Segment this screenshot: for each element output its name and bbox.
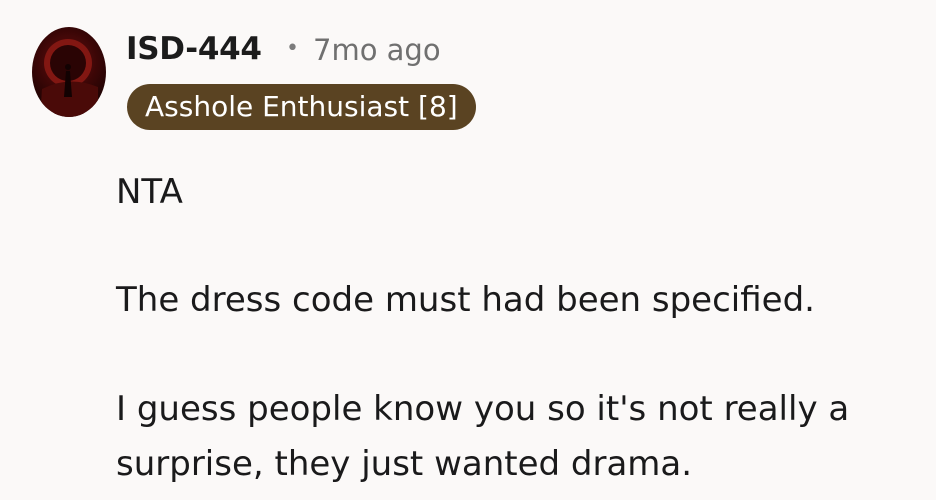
user-avatar-icon[interactable] — [32, 27, 106, 117]
comment: ISD-444 • 7mo ago Asshole Enthusiast [8]… — [0, 0, 936, 500]
author-username[interactable]: ISD-444 — [126, 31, 262, 68]
user-flair: Asshole Enthusiast [8] — [127, 84, 476, 130]
comment-body: NTA The dress code must had been specifi… — [116, 165, 926, 492]
comment-paragraph: NTA — [116, 172, 183, 212]
comment-paragraph: The dress code must had been specified. — [116, 280, 815, 320]
comment-paragraph: I guess people know you so it's not real… — [116, 389, 850, 484]
comment-timestamp[interactable]: 7mo ago — [313, 33, 441, 68]
meta-separator: • — [286, 36, 299, 61]
